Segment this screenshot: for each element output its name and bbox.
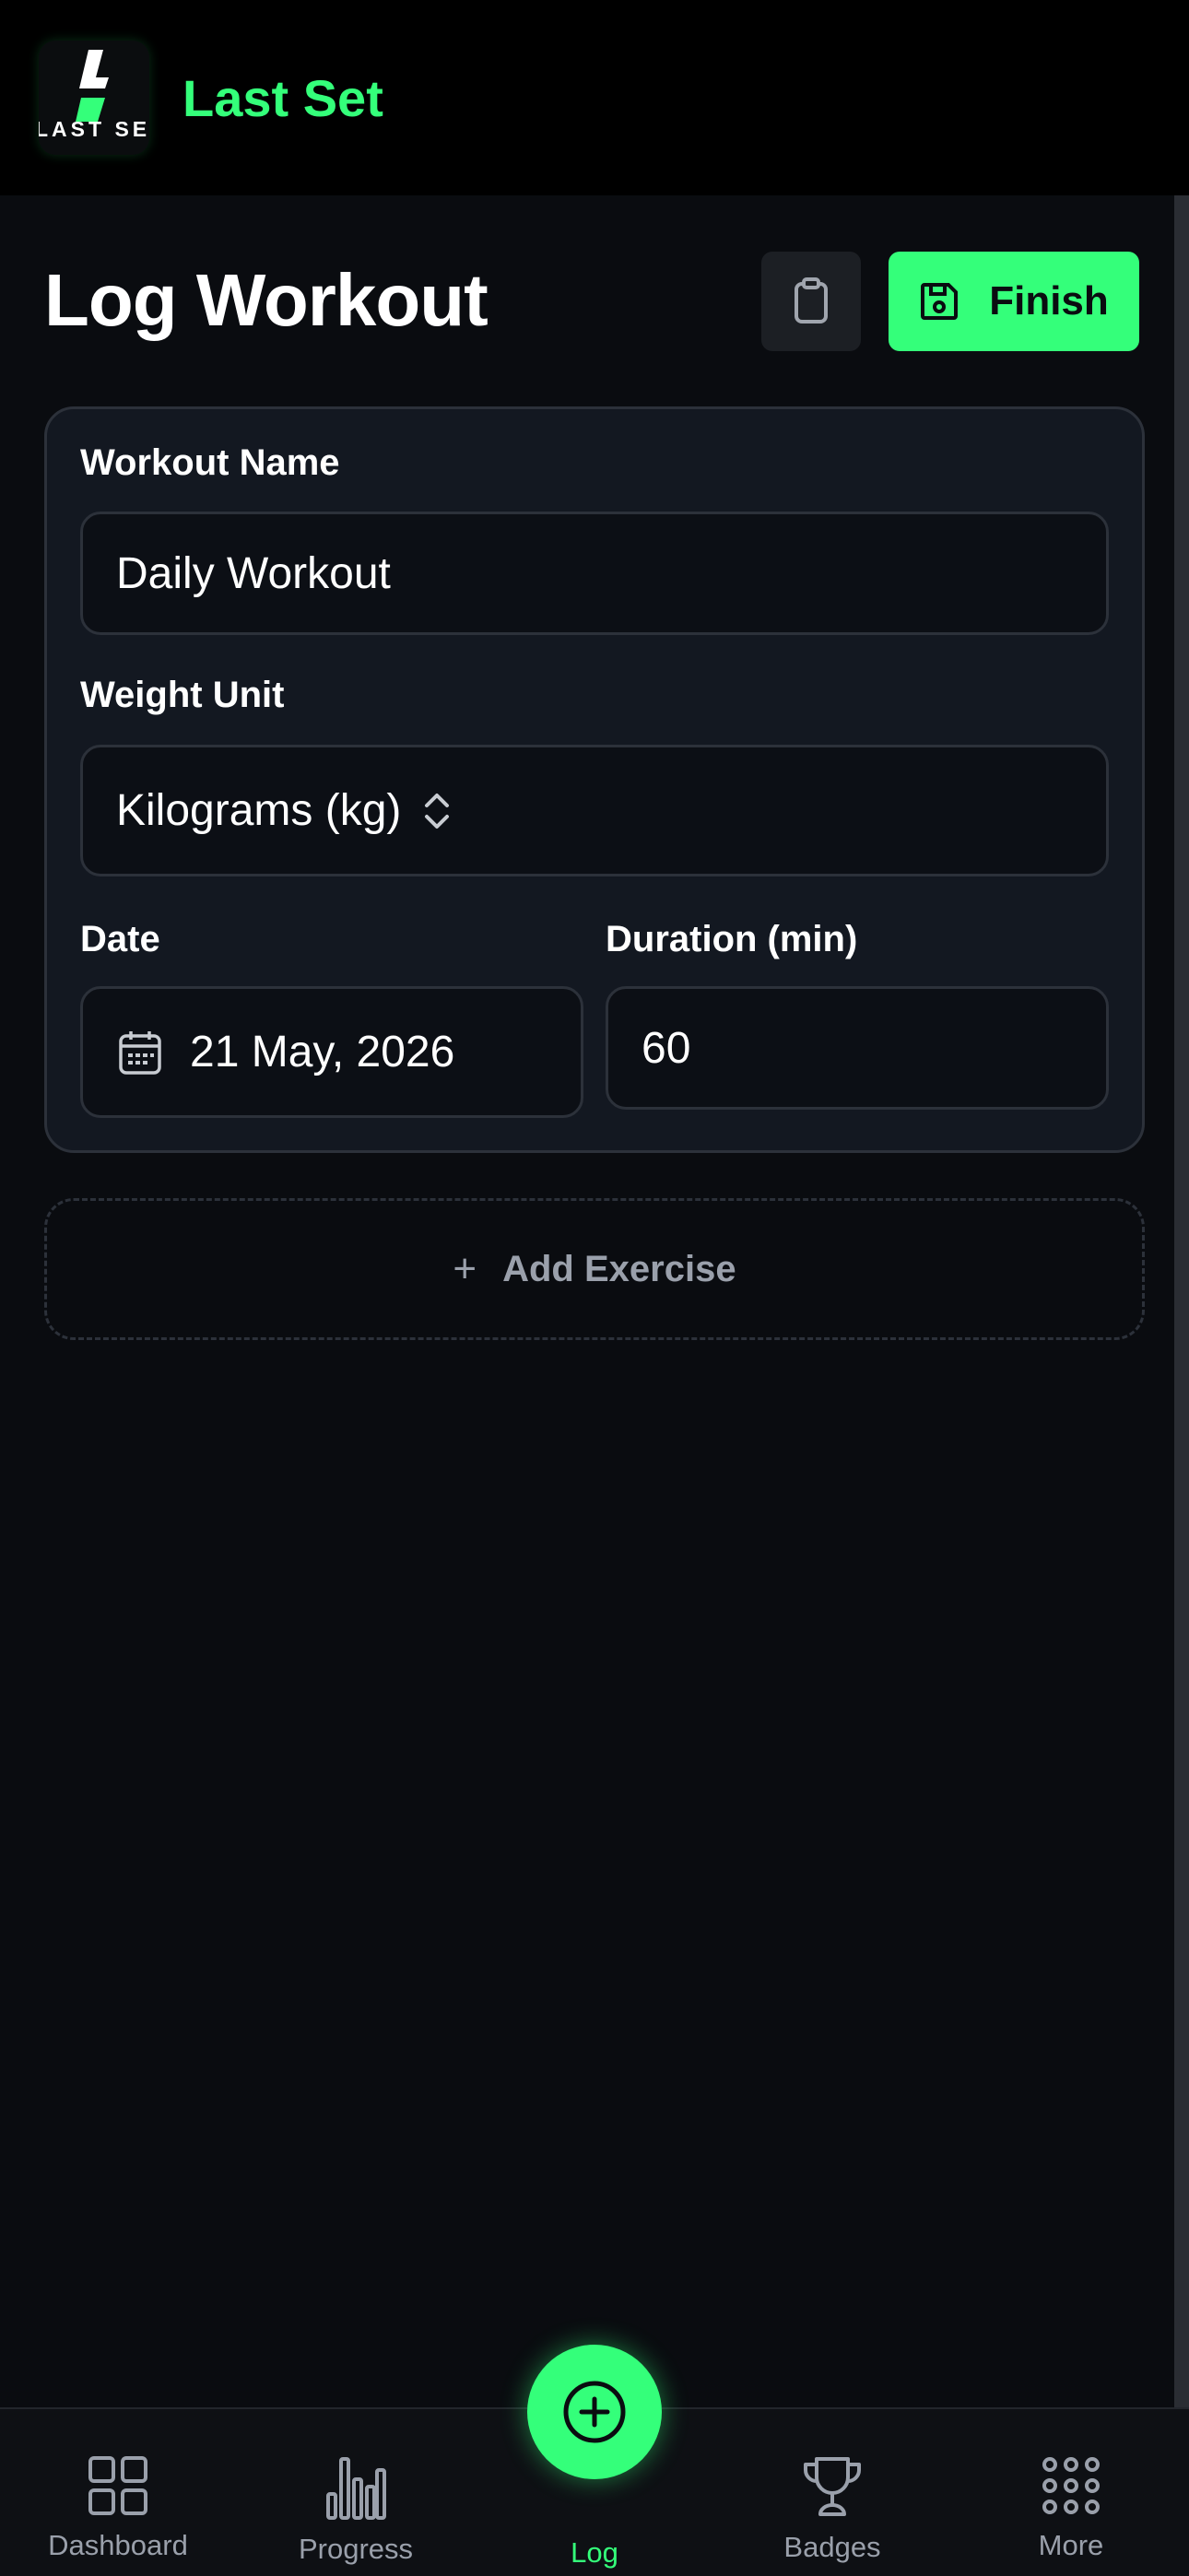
date-value: 21 May, 2026 [190,1028,455,1076]
bar-chart-icon [326,2457,386,2520]
log-fab-button[interactable] [527,2345,662,2479]
nav-label-badges: Badges [783,2531,881,2563]
weight-unit-select[interactable]: Kilograms (kg) [80,745,1109,876]
workout-form-card: Workout Name Daily Workout Weight Unit K… [44,406,1145,1153]
nav-item-badges[interactable]: Badges [731,2455,934,2564]
workout-name-input[interactable]: Daily Workout [80,512,1109,635]
add-exercise-button[interactable]: + Add Exercise [44,1198,1145,1340]
clipboard-button[interactable] [761,252,861,351]
add-exercise-label: Add Exercise [502,1248,736,1289]
dots-grid-icon [1042,2457,1100,2514]
app-logo[interactable]: LAST SET [39,41,149,155]
plus-circle-icon [563,2381,626,2443]
logo-text: LAST SET [39,117,149,141]
weight-unit-value: Kilograms (kg) [116,786,402,835]
duration-label: Duration (min) [606,919,858,959]
workout-name-value: Daily Workout [116,548,391,598]
nav-item-progress[interactable]: Progress [254,2455,457,2566]
nav-label-more: More [1038,2529,1104,2561]
nav-item-dashboard[interactable]: Dashboard [17,2455,219,2562]
calendar-icon [119,1030,161,1075]
date-label: Date [80,919,160,959]
nav-label-progress: Progress [298,2533,414,2565]
scrollbar[interactable] [1174,195,1189,2407]
nav-label-dashboard: Dashboard [48,2529,188,2561]
duration-input[interactable]: 60 [606,986,1109,1110]
workout-name-label: Workout Name [80,442,340,483]
chevron-up-down-icon [425,793,450,829]
brand-name: Last Set [182,68,383,127]
date-input[interactable]: 21 May, 2026 [80,986,583,1118]
clipboard-icon [795,277,828,323]
finish-label: Finish [989,278,1109,323]
nav-item-more[interactable]: More [970,2455,1172,2562]
weight-unit-label: Weight Unit [80,675,285,715]
page-title: Log Workout [44,259,489,341]
app-header: LAST SET Last Set [0,0,1189,195]
grid-icon [88,2456,147,2515]
plus-icon: + [453,1246,477,1291]
lightning-logo-icon [76,50,109,122]
duration-value: 60 [642,1023,691,1073]
trophy-icon [804,2457,861,2516]
nav-label-log: Log [571,2536,618,2569]
save-icon [921,283,959,320]
finish-button[interactable]: Finish [889,252,1139,351]
